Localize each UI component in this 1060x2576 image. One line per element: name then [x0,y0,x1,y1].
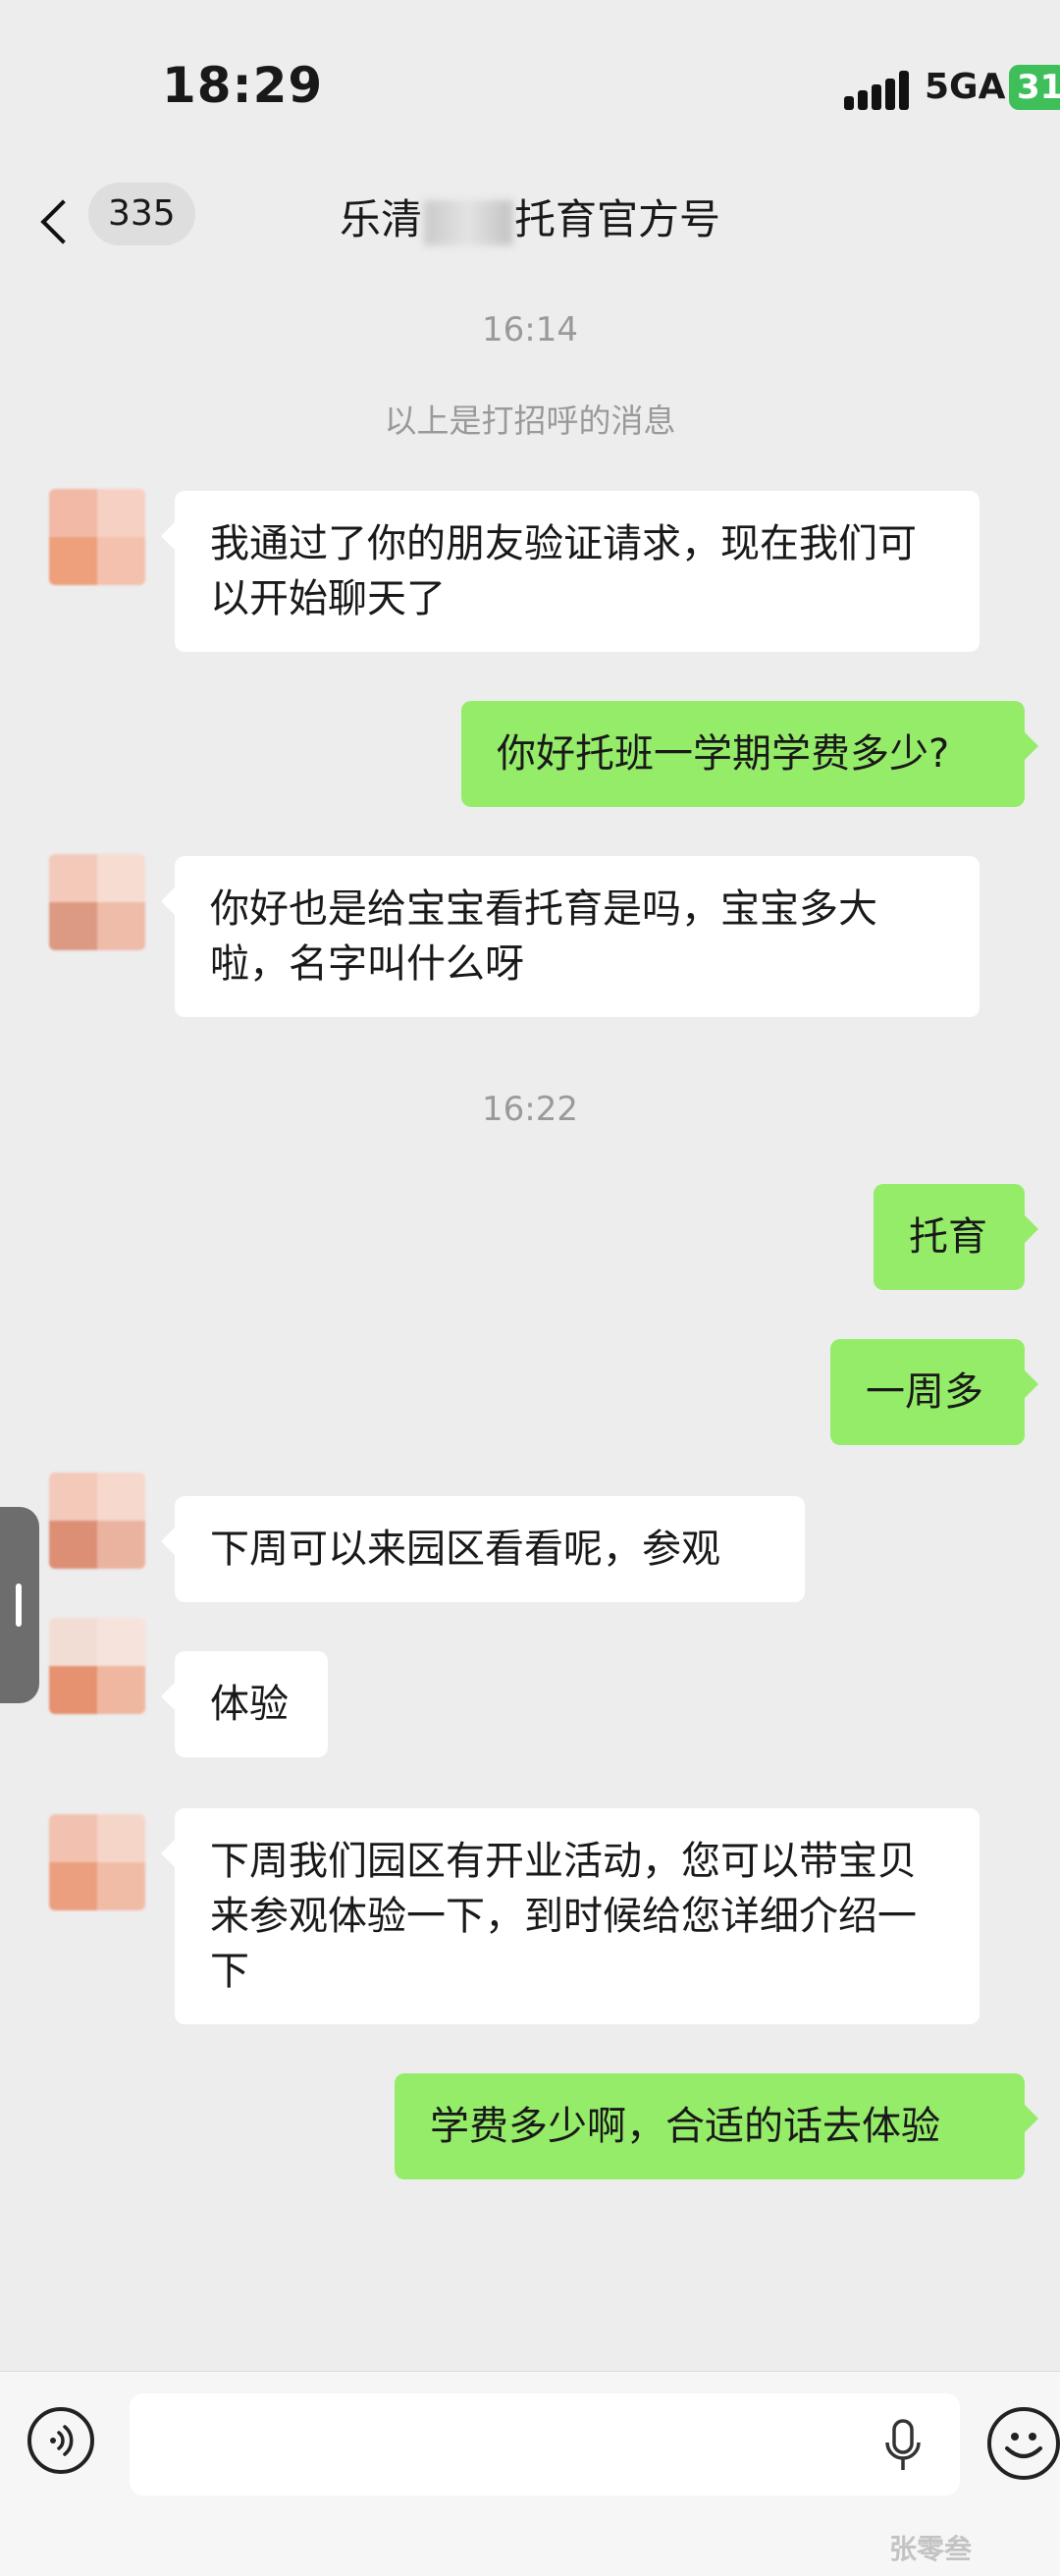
timestamp: 16:22 [482,1090,578,1129]
chat-title-suffix: 托育官方号 [514,195,721,243]
side-drawer-handle[interactable] [0,1507,39,1703]
mic-icon[interactable] [883,2417,923,2476]
chat-header: 335 乐清 托育官方号 [0,167,1060,295]
incoming-message[interactable]: 体验 [161,1651,328,1757]
battery-icon: 31 [1009,65,1060,110]
message-input[interactable] [130,2393,960,2496]
emoji-icon[interactable] [987,2407,1060,2480]
incoming-message[interactable]: 你好也是给宝宝看托育是吗，宝宝多大啦，名字叫什么呀 [161,856,980,1017]
voice-icon[interactable] [27,2407,94,2474]
contact-avatar[interactable] [49,1473,145,1569]
outgoing-message[interactable]: 你好托班一学期学费多少? [461,701,1038,807]
contact-avatar[interactable] [49,854,145,950]
watermark-logo: 张零叁 [889,2533,973,2565]
network-type: 5GA [925,67,1006,107]
incoming-message[interactable]: 下周可以来园区看看呢，参观 [161,1496,805,1602]
contact-avatar[interactable] [49,489,145,585]
contact-avatar[interactable] [49,1618,145,1714]
incoming-message[interactable]: 下周我们园区有开业活动，您可以带宝贝来参观体验一下，到时候给您详细介绍一下 [161,1808,980,2024]
title-blur-mask [424,199,512,245]
status-bar: 18:29 5GA 31 [0,0,1060,167]
outgoing-message[interactable]: 托育 [874,1184,1038,1290]
signal-icon [844,71,913,110]
chat-title-prefix: 乐清 [339,195,422,243]
system-notice: 以上是打招呼的消息 [384,402,676,440]
incoming-message[interactable]: 我通过了你的朋友验证请求，现在我们可以开始聊天了 [161,491,980,652]
status-time: 18:29 [162,57,324,114]
outgoing-message[interactable]: 一周多 [830,1339,1038,1445]
outgoing-message[interactable]: 学费多少啊，合适的话去体验 [395,2073,1038,2179]
contact-avatar[interactable] [49,1814,145,1910]
timestamp: 16:14 [482,310,578,349]
chat-title: 乐清 托育官方号 [0,187,1060,246]
